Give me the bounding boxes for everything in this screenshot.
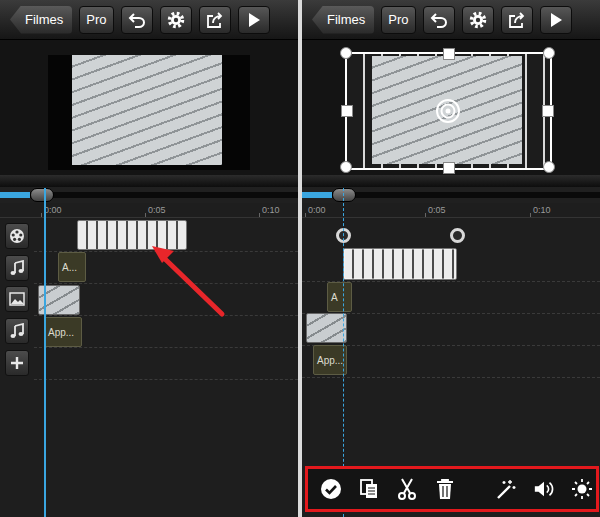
music-note-icon <box>9 323 25 339</box>
scrubber-knob[interactable] <box>30 188 54 202</box>
clip-label: A... <box>59 260 77 275</box>
preview-area <box>0 40 298 175</box>
track-button[interactable] <box>5 223 29 249</box>
resize-handle[interactable] <box>542 105 554 117</box>
clip-selection <box>344 249 456 279</box>
audio-clip[interactable]: A... <box>58 252 86 282</box>
gear-button[interactable] <box>462 6 494 34</box>
stage-floor <box>0 175 298 187</box>
track-button[interactable] <box>5 350 29 376</box>
preview-stage <box>350 55 552 170</box>
preview-area <box>302 40 600 175</box>
preview-stage <box>48 55 250 170</box>
track-button[interactable] <box>5 255 29 281</box>
resize-handle[interactable] <box>340 47 352 59</box>
resize-handle[interactable] <box>341 105 353 117</box>
audio-clip[interactable]: A <box>327 282 352 312</box>
share-icon <box>206 11 224 29</box>
pro-button[interactable]: Pro <box>381 6 415 34</box>
clip-label: App... <box>314 353 343 368</box>
editor-panel: FilmesPro 0:00 0:05 0:10 A App... <box>302 0 600 517</box>
share-button[interactable] <box>199 6 231 34</box>
video-clip[interactable] <box>77 220 187 250</box>
ruler-tick <box>259 213 260 217</box>
music-note-icon <box>9 260 25 276</box>
track-button[interactable] <box>5 286 29 312</box>
ruler-tick <box>530 213 531 217</box>
clip-label: A <box>328 290 338 305</box>
track-divider <box>34 283 298 284</box>
scrubber[interactable] <box>302 187 600 203</box>
scrubber-fill <box>302 192 332 198</box>
video-frame <box>72 55 222 165</box>
pro-button[interactable]: Pro <box>79 6 113 34</box>
gear-icon <box>167 11 185 29</box>
play-button[interactable] <box>540 6 572 34</box>
resize-handle[interactable] <box>340 161 352 173</box>
film-reel-icon <box>9 228 25 244</box>
ruler-label: 0:00 <box>44 205 62 215</box>
clip-selection <box>307 314 346 342</box>
video-frame[interactable] <box>345 52 552 170</box>
trash-icon[interactable] <box>434 478 456 500</box>
undo-button[interactable] <box>121 6 153 34</box>
playhead[interactable] <box>44 188 46 517</box>
scrubber-knob[interactable] <box>332 188 356 202</box>
ruler-tick <box>305 213 306 217</box>
time-ruler: 0:00 0:05 0:10 <box>302 203 600 218</box>
gear-icon <box>469 11 487 29</box>
video-clip[interactable] <box>343 248 457 280</box>
clip-toolbar <box>305 466 599 512</box>
checkmark-icon[interactable] <box>320 478 342 500</box>
back-button[interactable]: Filmes <box>312 6 374 34</box>
clip-selection <box>78 221 186 249</box>
image-icon <box>9 292 25 306</box>
move-target-icon[interactable] <box>435 98 461 124</box>
ruler-label: 0:10 <box>262 205 280 215</box>
speaker-icon[interactable] <box>533 478 555 500</box>
ruler-label: 0:05 <box>148 205 166 215</box>
ruler-label: 0:00 <box>308 205 326 215</box>
stage-floor <box>302 175 600 187</box>
resize-handle[interactable] <box>543 47 555 59</box>
resize-handle[interactable] <box>443 48 455 60</box>
share-button[interactable] <box>501 6 533 34</box>
track-divider <box>34 379 298 380</box>
audio-clip[interactable]: App... <box>313 345 347 375</box>
trim-handle[interactable] <box>450 228 465 243</box>
scrubber-fill <box>0 192 30 198</box>
gear-button[interactable] <box>160 6 192 34</box>
share-icon <box>508 11 526 29</box>
ruler-label: 0:05 <box>428 205 446 215</box>
ruler-tick <box>425 213 426 217</box>
magic-wand-icon[interactable] <box>495 478 517 500</box>
undo-icon <box>128 12 146 28</box>
track-divider <box>34 315 298 316</box>
undo-button[interactable] <box>423 6 455 34</box>
plus-icon <box>10 356 24 370</box>
ruler-label: 0:10 <box>533 205 551 215</box>
play-button[interactable] <box>238 6 270 34</box>
clip-label: App... <box>45 325 74 340</box>
copy-icon[interactable] <box>358 478 380 500</box>
annotation-arrow <box>0 0 298 517</box>
resize-handle[interactable] <box>543 161 555 173</box>
track-button[interactable] <box>5 318 29 344</box>
top-bar: FilmesPro <box>302 0 600 40</box>
back-button[interactable]: Filmes <box>10 6 72 34</box>
brightness-icon[interactable] <box>571 478 593 500</box>
undo-icon <box>430 12 448 28</box>
track-divider <box>302 377 600 378</box>
track-divider <box>34 347 298 348</box>
ruler-tick <box>41 213 42 217</box>
image-clip[interactable] <box>306 313 347 343</box>
editor-panel: FilmesPro 0:00 0:05 0:10 A... App... <box>0 0 298 517</box>
play-icon <box>548 12 564 28</box>
ruler-tick <box>145 213 146 217</box>
audio-clip[interactable]: App... <box>44 317 82 347</box>
top-bar: FilmesPro <box>0 0 298 40</box>
resize-handle[interactable] <box>443 162 455 174</box>
scissors-icon[interactable] <box>396 478 418 500</box>
play-icon <box>246 12 262 28</box>
